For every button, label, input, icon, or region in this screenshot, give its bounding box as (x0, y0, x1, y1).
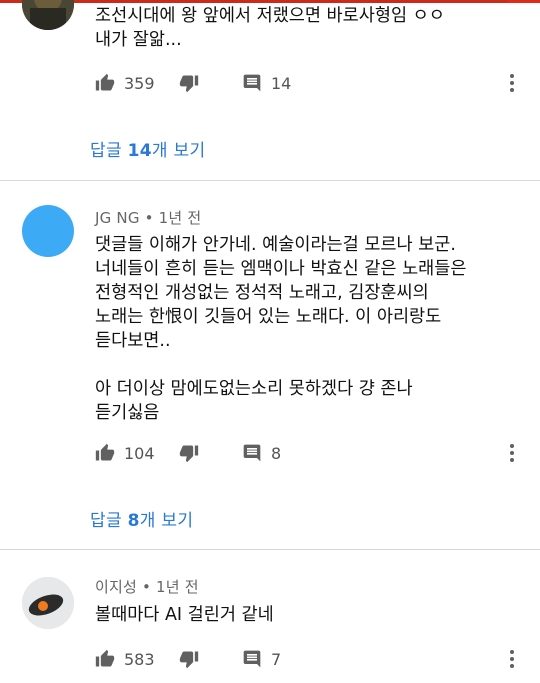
comment-text: 댓글들 이해가 안가네. 예술이라는걸 모르나 보군. 너네들이 흔히 듣는 엠… (95, 235, 467, 423)
reply-button[interactable]: 7 (242, 646, 281, 672)
comment-3: 이지성 • 1년 전 볼때마다 AI 걸린거 같네 583 7 (0, 550, 540, 683)
view-replies-link[interactable]: 답글 14개 보기 (90, 136, 205, 161)
comment-icon (243, 650, 261, 668)
dislike-button[interactable] (179, 440, 199, 466)
thumbs-up-icon (95, 649, 115, 667)
thumbs-up-icon (95, 73, 115, 91)
comment-2: JG NG • 1년 전 댓글들 이해가 안가네. 예술이라는걸 모르나 보군.… (0, 181, 540, 549)
like-button[interactable]: 583 (95, 646, 155, 672)
replies-number: 14 (127, 141, 152, 161)
reply-button[interactable]: 14 (242, 70, 291, 96)
avatar[interactable] (22, 205, 74, 257)
more-vertical-icon[interactable] (502, 72, 522, 94)
comment-actions: 583 7 (95, 646, 535, 672)
comment-text: 볼때마다 AI 걸린거 같네 (95, 605, 274, 625)
thumbs-down-icon (179, 445, 199, 463)
reply-count: 8 (271, 443, 282, 463)
view-replies-link[interactable]: 답글 8개 보기 (90, 506, 193, 531)
reply-count: 7 (271, 649, 282, 669)
author-name[interactable]: JG NG (95, 209, 140, 227)
thumbs-down-icon (179, 651, 199, 669)
comment-actions: 359 14 (95, 70, 535, 96)
thumbs-up-icon (95, 443, 115, 461)
thumbs-down-icon (179, 75, 199, 93)
like-button[interactable]: 104 (95, 440, 155, 466)
comment-meta: JG NG • 1년 전 (95, 207, 201, 228)
meta-separator: • (144, 209, 154, 227)
meta-separator: • (141, 578, 152, 596)
like-count: 583 (124, 649, 155, 669)
reply-button[interactable]: 8 (242, 440, 281, 466)
replies-number: 8 (127, 511, 140, 531)
comment-meta: 이지성 • 1년 전 (95, 576, 199, 597)
avatar[interactable] (22, 577, 74, 629)
comment-actions: 104 8 (95, 440, 535, 466)
dislike-button[interactable] (179, 646, 199, 672)
comment-time: 1년 전 (156, 578, 199, 596)
more-vertical-icon[interactable] (502, 648, 522, 670)
comment-icon (243, 444, 261, 462)
comment-1: 조선시대에 왕 앞에서 저랬으면 바로사형임 ㅇㅇ 내가 잘앎... 359 1… (0, 0, 540, 180)
more-vertical-icon[interactable] (502, 442, 522, 464)
avatar[interactable] (22, 0, 74, 30)
reply-count: 14 (271, 73, 292, 93)
like-count: 104 (124, 443, 155, 463)
comment-time: 1년 전 (158, 209, 202, 227)
like-button[interactable]: 359 (95, 70, 155, 96)
comment-text: 조선시대에 왕 앞에서 저랬으면 바로사형임 ㅇㅇ 내가 잘앎... (95, 6, 445, 50)
comment-icon (243, 74, 261, 92)
author-name[interactable]: 이지성 (95, 578, 137, 596)
like-count: 359 (124, 73, 155, 93)
dislike-button[interactable] (179, 70, 199, 96)
